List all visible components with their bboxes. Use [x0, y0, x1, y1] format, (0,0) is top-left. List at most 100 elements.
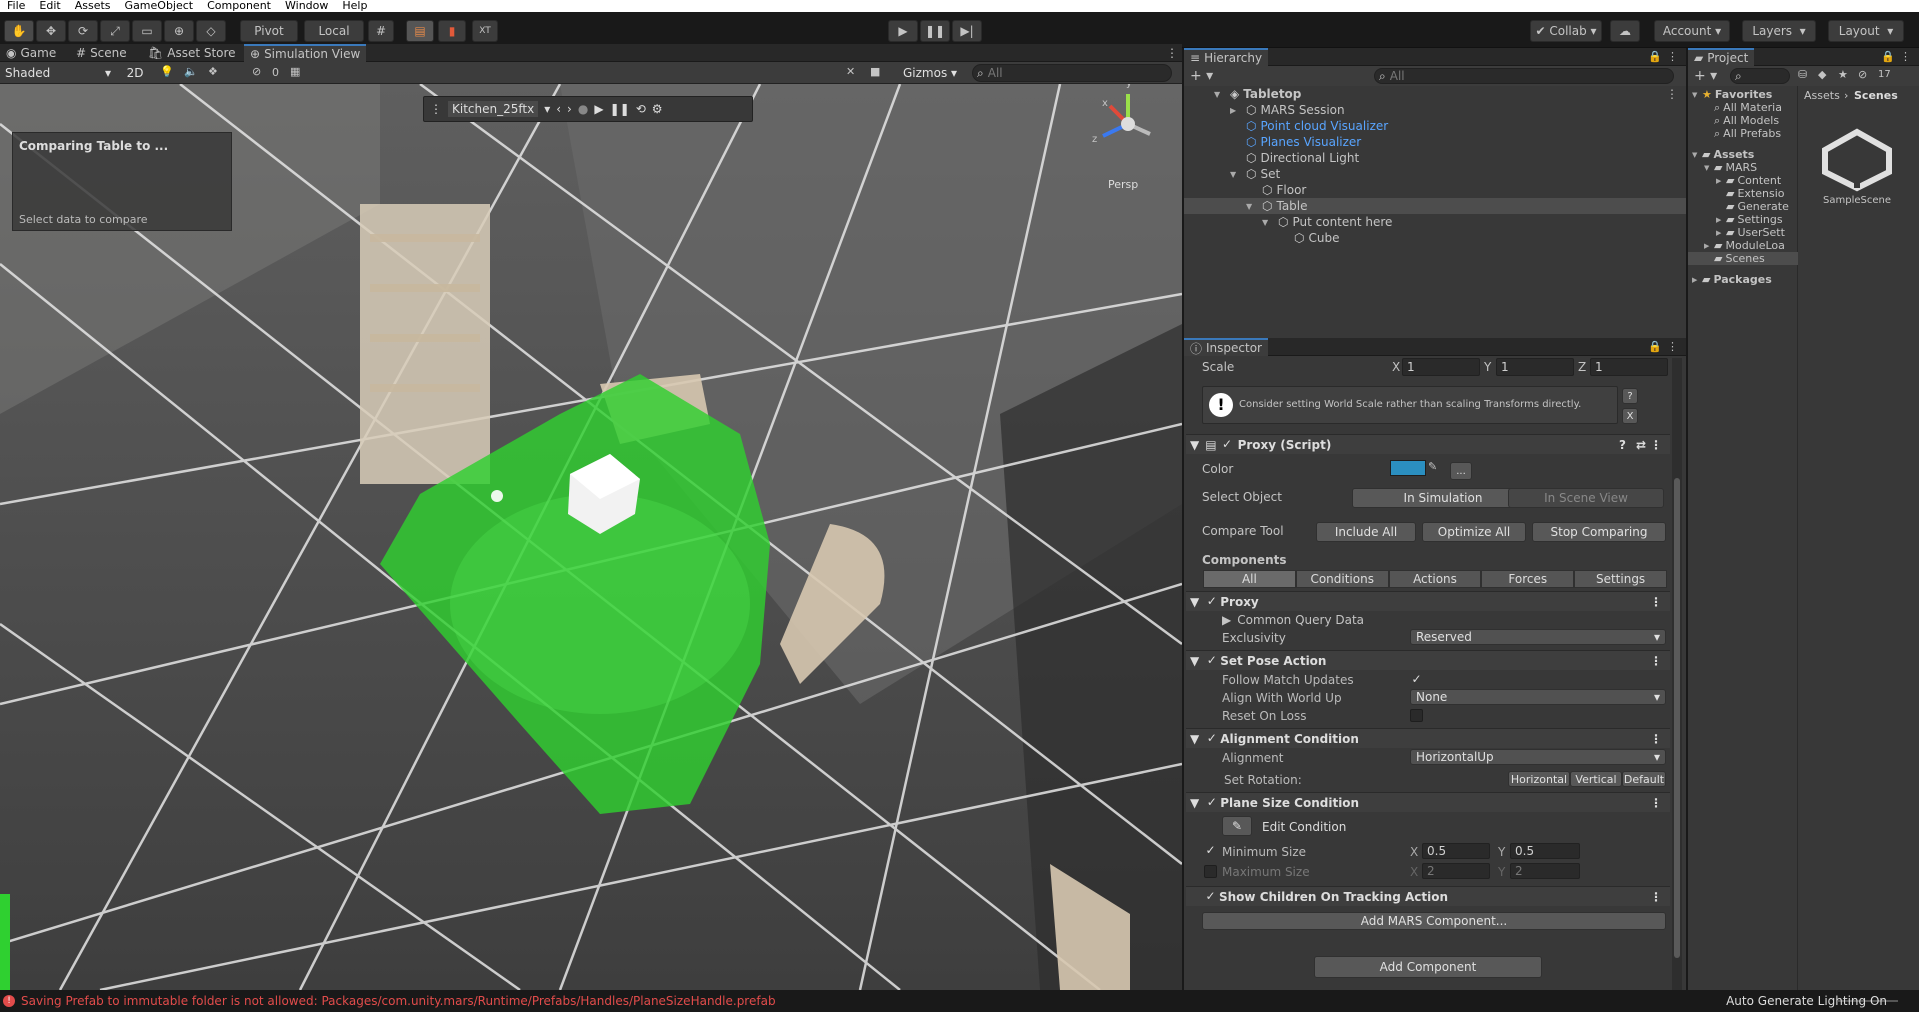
kebab-icon[interactable]: ⋮ — [1650, 732, 1662, 746]
project-tree-item[interactable]: ▶ ▰ Settings — [1688, 213, 1798, 226]
proxy-section-checkbox[interactable]: ✓ — [1205, 595, 1218, 608]
set-pose-header[interactable]: ▼ ✓ Set Pose Action ⋮ — [1186, 650, 1670, 670]
menu-file[interactable]: File — [0, 0, 32, 12]
component-tab-forces[interactable]: Forces — [1481, 570, 1575, 588]
scrollbar-thumb[interactable] — [1674, 478, 1680, 958]
scale-z-field[interactable]: 1 — [1590, 358, 1668, 376]
project-tree-item[interactable]: ⌕ All Prefabs — [1688, 127, 1798, 141]
chevron-right-icon[interactable]: ▶ — [1230, 106, 1242, 115]
rotation-vertical-button[interactable]: Vertical — [1570, 771, 1622, 787]
hierarchy-item[interactable]: ▶ ⬡ MARS Session — [1184, 102, 1686, 118]
project-tree-item[interactable]: ▶ ▰ Packages — [1688, 273, 1798, 286]
color-more-button[interactable]: ... — [1450, 462, 1472, 480]
project-search-input[interactable]: ⌕ — [1730, 68, 1790, 84]
tab-game[interactable]: ◉ Game — [0, 44, 62, 62]
lock-icon[interactable]: 🔒 — [1648, 340, 1662, 353]
kebab-icon[interactable]: ⋮ — [1667, 50, 1678, 63]
component-tab-settings[interactable]: Settings — [1574, 570, 1667, 588]
move-tool-button[interactable]: ✥ — [36, 20, 66, 42]
tab-inspector[interactable]: ⓘ Inspector — [1184, 338, 1268, 356]
hierarchy-item[interactable]: ⬡ Floor — [1184, 182, 1686, 198]
lock-icon[interactable]: 🔒 — [1881, 50, 1895, 63]
chevron-down-icon[interactable]: ▼ — [1246, 202, 1258, 211]
add-icon[interactable]: + ▾ — [1190, 68, 1213, 84]
min-size-checkbox[interactable]: ✓ — [1204, 844, 1217, 857]
preset-icon[interactable]: ⇄ — [1636, 438, 1646, 452]
help-icon[interactable]: ? — [1619, 438, 1626, 452]
scene-asset-tile[interactable]: SampleScene — [1812, 128, 1902, 208]
scene-tab-menu[interactable]: ⋮ — [1160, 44, 1184, 62]
add-mars-component-button[interactable]: Add MARS Component... — [1202, 912, 1666, 930]
include-all-button[interactable]: Include All — [1316, 522, 1416, 542]
menu-help[interactable]: Help — [335, 0, 374, 12]
chevron-left-icon[interactable]: ‹ — [556, 102, 561, 116]
cloud-button[interactable]: ☁ — [1610, 20, 1640, 42]
min-size-x-field[interactable]: 0.5 — [1422, 843, 1490, 859]
hierarchy-item[interactable]: ⬡ Directional Light — [1184, 150, 1686, 166]
exclusivity-dropdown[interactable]: Reserved ▾ — [1410, 629, 1666, 645]
record-icon[interactable]: ● — [578, 102, 588, 116]
mars-tool-a-button[interactable]: ▤ — [406, 20, 434, 42]
follow-match-checkbox[interactable]: ✓ — [1410, 673, 1423, 686]
local-button[interactable]: Local — [304, 20, 364, 42]
2d-toggle[interactable]: 2D — [124, 64, 146, 82]
kebab-icon[interactable]: ⋮ — [1650, 595, 1662, 609]
custom-tool-button[interactable]: ◇ — [196, 20, 226, 42]
audio-icon[interactable]: 🔈 — [184, 65, 198, 78]
kebab-icon[interactable]: ⋮ — [1667, 340, 1678, 353]
hierarchy-item[interactable]: ⬡ Point cloud Visualizer — [1184, 118, 1686, 134]
sim-pause-icon[interactable]: ❚❚ — [610, 102, 630, 116]
min-size-y-field[interactable]: 0.5 — [1510, 843, 1580, 859]
hierarchy-item[interactable]: ⬡ Cube — [1184, 230, 1686, 246]
max-size-checkbox[interactable] — [1204, 865, 1217, 878]
chevron-right-icon[interactable]: ▶ — [1716, 229, 1726, 237]
rect-tool-button[interactable]: ▭ — [132, 20, 162, 42]
xr-tool-button[interactable]: XT — [472, 20, 498, 42]
tab-hierarchy[interactable]: ≡ Hierarchy — [1184, 48, 1269, 66]
kebab-icon[interactable]: ⋮ — [1650, 438, 1662, 452]
component-tab-actions[interactable]: Actions — [1388, 570, 1482, 588]
edit-condition-button[interactable]: ✎ — [1222, 816, 1252, 836]
alignment-condition-header[interactable]: ▼ ✓ Alignment Condition ⋮ — [1186, 728, 1670, 748]
eyedropper-icon[interactable]: ✎ — [1428, 460, 1437, 473]
menu-edit[interactable]: Edit — [32, 0, 67, 12]
sim-settings-icon[interactable]: ⚙ — [652, 102, 663, 116]
warning-help-button[interactable]: ? — [1622, 388, 1638, 404]
reset-on-loss-checkbox[interactable] — [1410, 709, 1423, 722]
gizmos-dropdown[interactable]: Gizmos ▾ — [898, 64, 962, 82]
project-tree-item[interactable]: ▶ ▰ ModuleLoa — [1688, 239, 1798, 252]
filter-label-icon[interactable]: ◆ — [1818, 68, 1826, 81]
proxy-enabled-checkbox[interactable]: ✓ — [1221, 438, 1234, 451]
kebab-icon[interactable]: ⋮ — [1666, 87, 1678, 101]
account-dropdown[interactable]: Account ▾ — [1654, 20, 1730, 42]
scale-x-field[interactable]: 1 — [1402, 358, 1480, 376]
breadcrumb-assets[interactable]: Assets — [1804, 89, 1840, 102]
hierarchy-item[interactable]: ▼ ◈ Tabletop ⋮ — [1184, 86, 1686, 102]
kebab-icon[interactable]: ⋮ — [430, 102, 442, 116]
chevron-down-icon[interactable]: ▼ — [1262, 218, 1274, 227]
common-query-row[interactable]: ▶ Common Query Data — [1222, 611, 1364, 629]
pivot-button[interactable]: Pivot — [240, 20, 298, 42]
alignment-dropdown[interactable]: HorizontalUp ▾ — [1410, 749, 1666, 765]
add-component-button[interactable]: Add Component — [1314, 956, 1542, 978]
show-children-header[interactable]: ✓ Show Children On Tracking Action ⋮ — [1186, 886, 1670, 906]
max-size-x-field[interactable]: 2 — [1422, 863, 1490, 879]
collab-button[interactable]: ✔ Collab ▾ — [1530, 20, 1602, 42]
transform-tool-button[interactable]: ⊕ — [164, 20, 194, 42]
persp-label[interactable]: Persp — [1108, 178, 1138, 191]
kebab-icon[interactable]: ⋮ — [1650, 796, 1662, 810]
project-tree-item[interactable]: ▶ ▰ Content — [1688, 174, 1798, 187]
max-size-y-field[interactable]: 2 — [1510, 863, 1580, 879]
color-swatch[interactable] — [1390, 460, 1426, 476]
hierarchy-item[interactable]: ▼ ⬡ Put content here — [1184, 214, 1686, 230]
project-tree-item[interactable]: ▼ ★ Favorites — [1688, 88, 1798, 101]
grid-snap-button[interactable]: # — [368, 20, 394, 42]
rotation-horizontal-button[interactable]: Horizontal — [1508, 771, 1570, 787]
chevron-right-icon[interactable]: › — [567, 102, 572, 116]
scale-tool-button[interactable]: ⤢ — [100, 20, 130, 42]
chevron-down-icon[interactable]: ▼ — [1692, 91, 1702, 99]
project-tree-item[interactable]: ▼ ▰ MARS — [1688, 161, 1798, 174]
hidden-packages-icon[interactable]: ⊘ — [1858, 68, 1867, 81]
effects-icon[interactable]: ❖ — [208, 65, 218, 78]
align-world-dropdown[interactable]: None ▾ — [1410, 689, 1666, 705]
